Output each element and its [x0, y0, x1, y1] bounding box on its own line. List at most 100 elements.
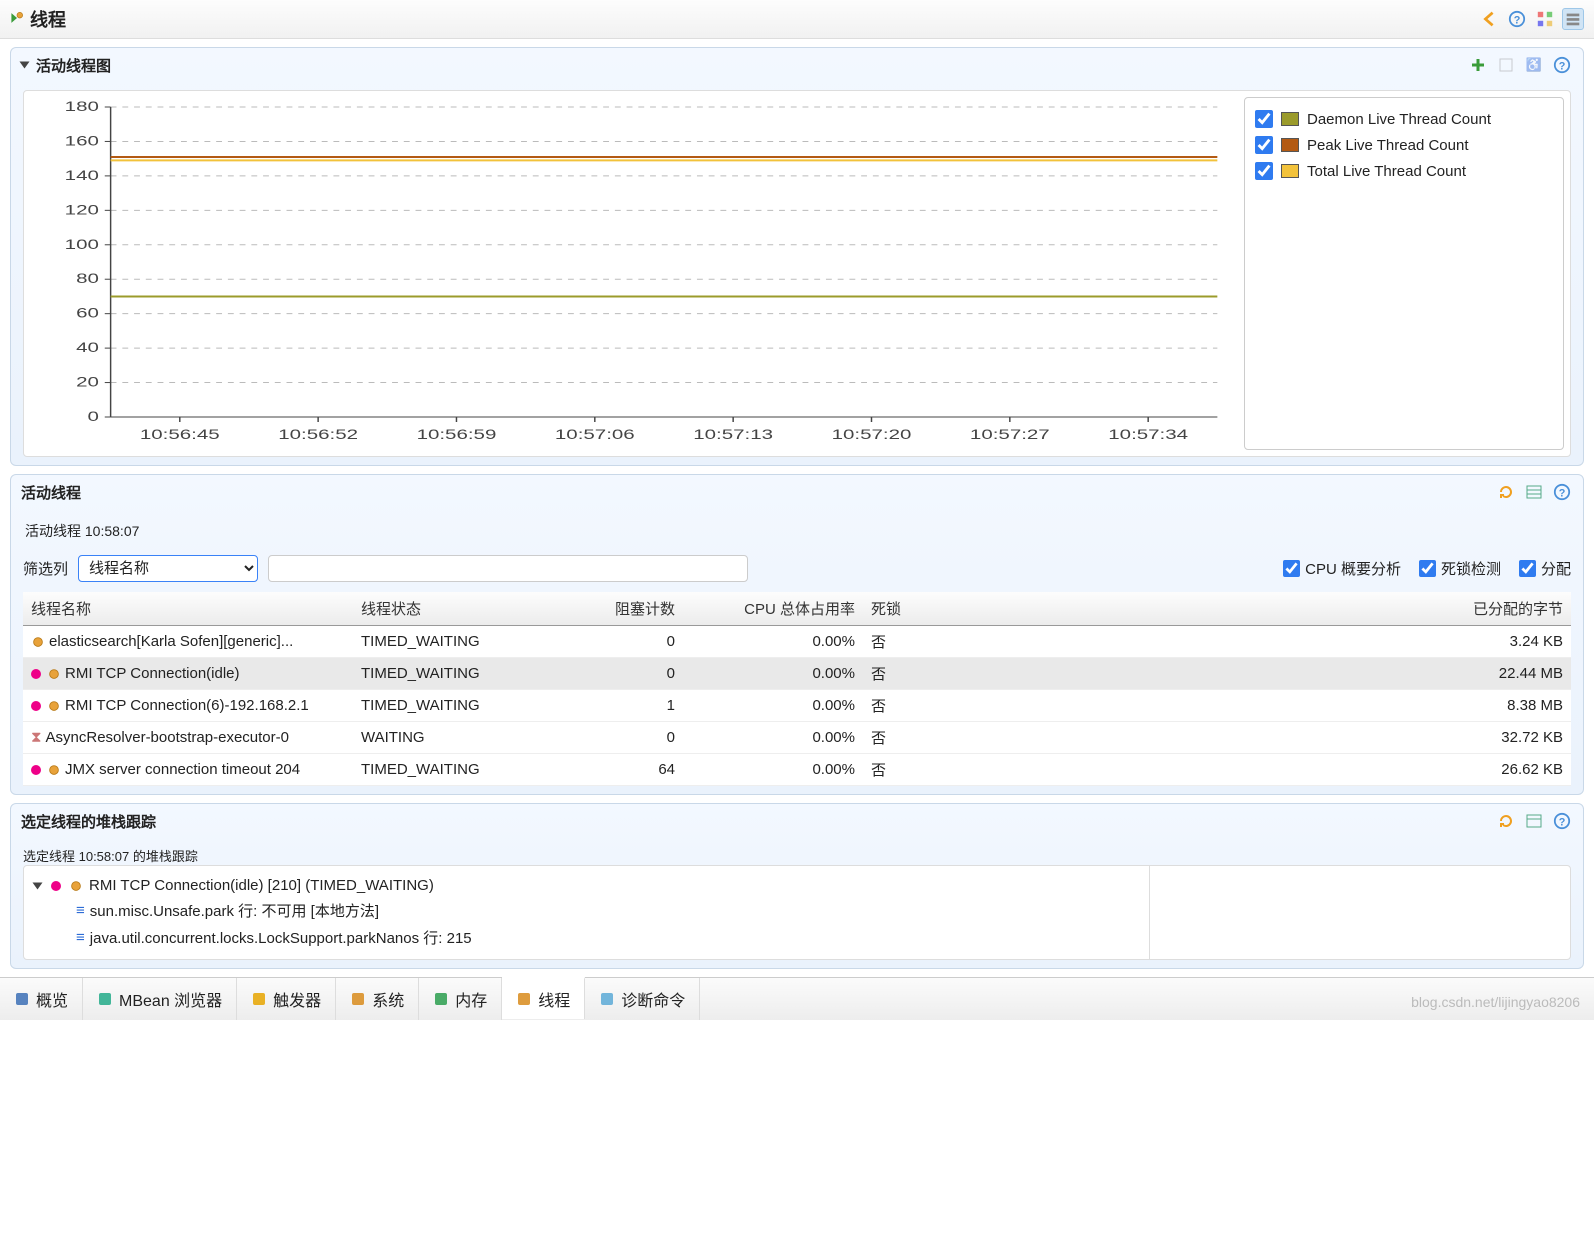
- thread-alloc: 3.24 KB: [983, 626, 1571, 658]
- tab-label: 诊断命令: [621, 987, 685, 1011]
- tab-icon: [14, 991, 30, 1007]
- table-row[interactable]: elasticsearch[Karla Sofen][generic]... T…: [23, 626, 1571, 658]
- thread-cpu: 0.00%: [683, 626, 863, 658]
- back-arrow-icon[interactable]: [1478, 8, 1500, 30]
- page-title: 线程: [30, 6, 1478, 32]
- refresh-icon[interactable]: [1495, 810, 1517, 832]
- accessibility-icon[interactable]: ♿: [1523, 54, 1545, 76]
- legend-checkbox[interactable]: [1255, 110, 1273, 128]
- table-row[interactable]: ⧗AsyncResolver-bootstrap-executor-0 WAIT…: [23, 722, 1571, 754]
- thread-blocked: 0: [543, 722, 683, 754]
- thread-name: AsyncResolver-bootstrap-executor-0: [46, 729, 289, 746]
- thread-deadlock: 否: [863, 722, 983, 754]
- thread-state: TIMED_WAITING: [353, 754, 543, 786]
- thread-state: TIMED_WAITING: [353, 626, 543, 658]
- thread-deadlock: 否: [863, 754, 983, 786]
- chart-config-icon[interactable]: [1495, 54, 1517, 76]
- help-icon[interactable]: ?: [1551, 810, 1573, 832]
- tab-MBean 浏览器[interactable]: MBean 浏览器: [83, 978, 237, 1020]
- chart-legend: Daemon Live Thread Count Peak Live Threa…: [1244, 97, 1564, 450]
- thread-deadlock: 否: [863, 658, 983, 690]
- stack-root[interactable]: RMI TCP Connection(idle) [210] (TIMED_WA…: [34, 874, 1139, 897]
- legend-label: Peak Live Thread Count: [1307, 137, 1469, 154]
- tab-概览[interactable]: 概览: [0, 978, 83, 1020]
- tab-icon: [516, 991, 532, 1007]
- lock-icon: [51, 881, 61, 891]
- col-name[interactable]: 线程名称: [23, 592, 353, 626]
- legend-swatch: [1281, 112, 1299, 126]
- tab-系统[interactable]: 系统: [336, 978, 419, 1020]
- svg-text:0: 0: [87, 408, 99, 424]
- table-row[interactable]: RMI TCP Connection(idle) TIMED_WAITING 0…: [23, 658, 1571, 690]
- collapse-toggle-icon[interactable]: [20, 62, 30, 69]
- stacktrace-panel-title: 选定线程的堆栈跟踪: [21, 811, 1495, 832]
- tab-label: 系统: [372, 987, 404, 1011]
- tab-label: 内存: [455, 987, 487, 1011]
- col-state[interactable]: 线程状态: [353, 592, 543, 626]
- stack-frame[interactable]: ≡ sun.misc.Unsafe.park 行: 不可用 [本地方法]: [34, 897, 1139, 924]
- svg-text:10:56:52: 10:56:52: [278, 426, 358, 442]
- allocation-checkbox[interactable]: 分配: [1519, 558, 1571, 579]
- legend-checkbox[interactable]: [1255, 162, 1273, 180]
- table-icon[interactable]: [1523, 481, 1545, 503]
- lock-icon: [31, 669, 41, 679]
- thread-state: TIMED_WAITING: [353, 658, 543, 690]
- cpu-profiling-checkbox[interactable]: CPU 概要分析: [1283, 558, 1401, 579]
- expand-toggle-icon[interactable]: [33, 882, 43, 889]
- legend-checkbox[interactable]: [1255, 136, 1273, 154]
- thread-chart: 02040608010012014016018010:56:4510:56:52…: [30, 97, 1232, 450]
- thread-name: JMX server connection timeout 204: [65, 761, 300, 778]
- svg-text:140: 140: [65, 167, 99, 183]
- svg-text:?: ?: [1559, 488, 1566, 500]
- refresh-icon[interactable]: [1495, 481, 1517, 503]
- tab-诊断命令[interactable]: 诊断命令: [585, 978, 700, 1020]
- thread-state: WAITING: [353, 722, 543, 754]
- svg-text:100: 100: [65, 236, 99, 252]
- stack-frame[interactable]: ≡ java.util.concurrent.locks.LockSupport…: [34, 924, 1139, 951]
- table-row[interactable]: RMI TCP Connection(6)-192.168.2.1 TIMED_…: [23, 690, 1571, 722]
- svg-text:40: 40: [76, 339, 99, 355]
- thread-run-icon: [10, 11, 24, 28]
- col-cpu[interactable]: CPU 总体占用率: [683, 592, 863, 626]
- thread-deadlock: 否: [863, 626, 983, 658]
- help-icon[interactable]: ?: [1551, 481, 1573, 503]
- deadlock-checkbox[interactable]: 死锁检测: [1419, 558, 1501, 579]
- tab-icon: [599, 991, 615, 1007]
- gear-icon: [47, 763, 61, 777]
- help-icon[interactable]: ?: [1506, 8, 1528, 30]
- stacktrace-sub: 选定线程 10:58:07 的堆栈跟踪: [23, 846, 1571, 865]
- tab-内存[interactable]: 内存: [419, 978, 502, 1020]
- table-icon[interactable]: [1523, 810, 1545, 832]
- gear-icon: [69, 879, 83, 893]
- help-icon[interactable]: ?: [1551, 54, 1573, 76]
- thread-blocked: 0: [543, 658, 683, 690]
- svg-text:180: 180: [65, 98, 99, 114]
- grid-view-icon[interactable]: [1534, 8, 1556, 30]
- stack-frame-text: sun.misc.Unsafe.park 行: 不可用 [本地方法]: [90, 900, 379, 921]
- svg-text:10:56:45: 10:56:45: [140, 426, 220, 442]
- tab-触发器[interactable]: 触发器: [237, 978, 336, 1020]
- tab-线程[interactable]: 线程: [502, 977, 585, 1019]
- legend-item[interactable]: Total Live Thread Count: [1253, 158, 1555, 184]
- table-row[interactable]: JMX server connection timeout 204 TIMED_…: [23, 754, 1571, 786]
- svg-text:?: ?: [1514, 15, 1521, 27]
- thread-name: RMI TCP Connection(idle): [65, 665, 240, 682]
- col-deadlock[interactable]: 死锁: [863, 592, 983, 626]
- svg-text:?: ?: [1559, 817, 1566, 829]
- list-view-icon[interactable]: [1562, 8, 1584, 30]
- svg-text:10:57:34: 10:57:34: [1108, 426, 1188, 442]
- svg-text:60: 60: [76, 305, 99, 321]
- svg-text:10:57:13: 10:57:13: [693, 426, 773, 442]
- col-blocked[interactable]: 阻塞计数: [543, 592, 683, 626]
- filter-text-input[interactable]: [268, 555, 748, 582]
- filter-label: 筛选列: [23, 558, 68, 579]
- tab-icon: [97, 991, 113, 1007]
- thread-name: RMI TCP Connection(6)-192.168.2.1: [65, 697, 309, 714]
- col-alloc[interactable]: 已分配的字节: [983, 592, 1571, 626]
- legend-item[interactable]: Daemon Live Thread Count: [1253, 106, 1555, 132]
- tab-label: 概览: [36, 987, 68, 1011]
- svg-text:?: ?: [1559, 61, 1566, 73]
- filter-column-select[interactable]: 线程名称: [78, 555, 258, 582]
- legend-item[interactable]: Peak Live Thread Count: [1253, 132, 1555, 158]
- add-icon[interactable]: [1467, 54, 1489, 76]
